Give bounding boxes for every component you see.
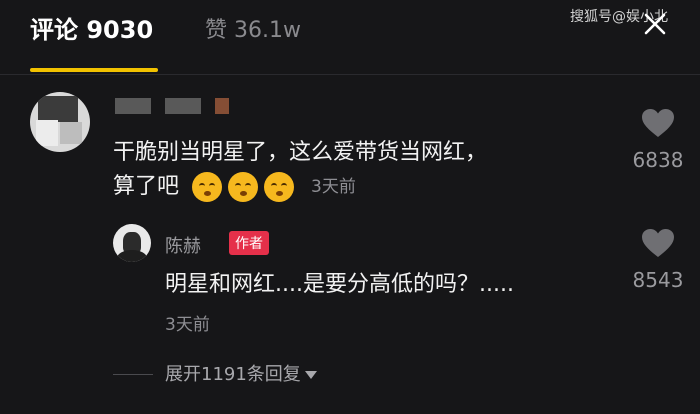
heart-icon[interactable] [641, 108, 675, 138]
close-icon[interactable] [643, 12, 667, 36]
sleepy-emoji-icon [192, 172, 223, 202]
avatar[interactable] [30, 92, 90, 152]
tab-comments[interactable]: 评论 9030 [30, 10, 153, 45]
comments-header: 评论 9030 赞 36.1w 搜狐号@娱小北 [0, 0, 700, 74]
expand-divider [113, 374, 153, 375]
comment-username-blurred[interactable] [115, 98, 229, 114]
comment-time: 3天前 [311, 177, 356, 197]
comment-text: 干脆别当明星了，这么爱带货当网红， 算了吧 3天前 [113, 136, 593, 204]
expand-replies-button[interactable]: 展开1191条回复 [165, 360, 317, 386]
comment-text-line2: 算了吧 [113, 174, 180, 199]
comment-like-button[interactable]: 6838 [628, 108, 688, 172]
author-badge: 作者 [229, 231, 269, 255]
expand-replies-label: 展开1191条回复 [165, 364, 301, 385]
reply-avatar[interactable] [113, 224, 151, 262]
comment-emojis [192, 172, 295, 202]
reply-like-button[interactable]: 8543 [628, 228, 688, 292]
reply-text: 明星和网红....是要分高低的吗？..... [165, 272, 514, 297]
comment-like-count: 6838 [632, 148, 684, 172]
active-tab-indicator [30, 68, 158, 72]
tab-likes[interactable]: 赞 36.1w [205, 12, 301, 44]
reply-like-count: 8543 [632, 268, 684, 292]
chevron-down-icon [304, 371, 317, 379]
comment-text-line1: 干脆别当明星了，这么爱带货当网红， [113, 140, 488, 165]
sleepy-emoji-icon [264, 172, 295, 202]
reply-author[interactable]: 陈赫 [165, 232, 201, 258]
header-divider [0, 74, 700, 75]
reply-time: 3天前 [165, 315, 210, 335]
heart-icon[interactable] [641, 228, 675, 258]
sleepy-emoji-icon [228, 172, 259, 202]
